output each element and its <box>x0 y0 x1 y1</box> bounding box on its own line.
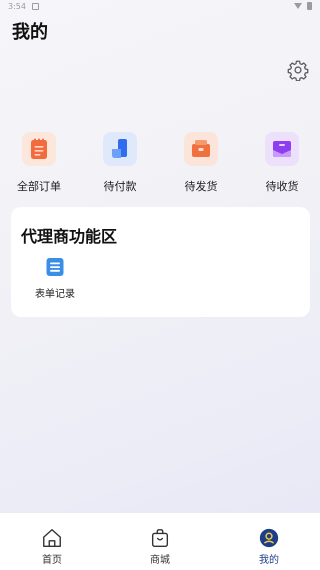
tab-label: 商城 <box>150 555 170 566</box>
status-bar: 3:54 <box>0 0 320 12</box>
order-label: 待收货 <box>265 180 299 193</box>
gear-icon <box>287 60 309 82</box>
notification-icon <box>31 2 39 10</box>
form-list-icon <box>45 257 65 277</box>
section-title: 代理商功能区 <box>21 227 118 246</box>
tab-mine[interactable]: 我的 <box>239 527 299 567</box>
box-icon <box>184 132 218 166</box>
tab-home[interactable]: 首页 <box>22 527 82 567</box>
order-label: 待付款 <box>103 180 137 193</box>
tab-label: 首页 <box>42 555 62 566</box>
parcel-icon <box>265 132 299 166</box>
status-icons <box>294 2 312 10</box>
order-label: 待发货 <box>184 180 218 193</box>
wifi-icon <box>294 3 302 9</box>
wallet-icon <box>103 132 137 166</box>
battery-icon <box>307 2 312 10</box>
profile-icon <box>258 527 280 549</box>
page-title: 我的 <box>12 22 48 43</box>
agent-function-card: 代理商功能区 表单记录 <box>11 207 310 317</box>
pending-receipt-button[interactable]: 待收货 <box>250 132 314 196</box>
clipboard-icon <box>22 132 56 166</box>
tab-label: 我的 <box>259 555 279 566</box>
home-icon <box>41 527 63 549</box>
tab-mall[interactable]: 商城 <box>130 527 190 567</box>
order-shortcuts: 全部订单 待付款 待发货 待收货 <box>0 132 320 196</box>
form-records-label: 表单记录 <box>35 289 75 300</box>
order-label: 全部订单 <box>17 180 61 193</box>
status-time: 3:54 <box>8 1 26 11</box>
shopping-bag-icon <box>149 527 171 549</box>
bottom-tab-bar: 首页 商城 我的 <box>0 512 320 570</box>
all-orders-button[interactable]: 全部订单 <box>7 132 71 196</box>
pending-payment-button[interactable]: 待付款 <box>88 132 152 196</box>
form-records-button[interactable]: 表单记录 <box>29 257 81 307</box>
pending-shipment-button[interactable]: 待发货 <box>169 132 233 196</box>
settings-button[interactable] <box>287 59 309 82</box>
